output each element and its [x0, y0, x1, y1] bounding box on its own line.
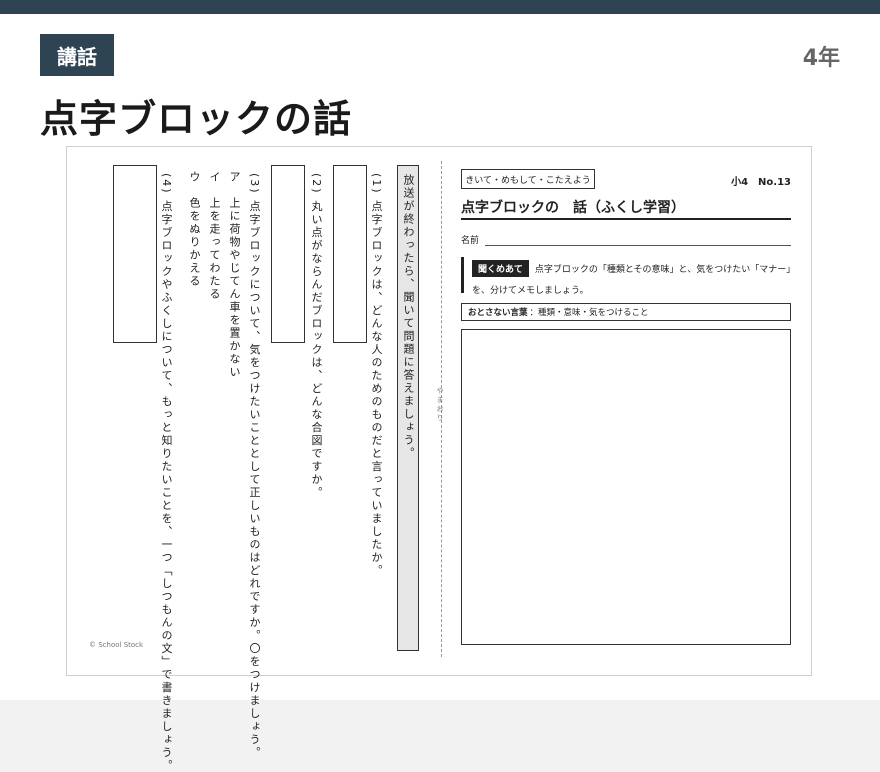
keywords-box: おとさない言葉 ：種類・意味・気をつけること [461, 303, 791, 321]
page-title: 点字ブロックの話 [40, 97, 353, 141]
name-line[interactable] [485, 245, 791, 246]
answer-box-1[interactable] [333, 165, 367, 343]
fold-label: やまおり [436, 387, 444, 423]
instruction-text: 放送が終わったら、聞いて問題に答えましょう。 [402, 174, 415, 460]
memo-box[interactable] [461, 329, 791, 645]
question-2: (2) 丸い点がならんだブロックは、どんな合図ですか。 [310, 173, 323, 500]
worksheet-image: 放送が終わったら、聞いて問題に答えましょう。 (1) 点字ブロックは、どんな人の… [66, 146, 812, 772]
worksheet-tag: きいて・めもして・こたえよう [461, 169, 595, 189]
keywords-label: おとさない言葉 [468, 308, 528, 318]
category-badge: 講話 [40, 34, 114, 76]
grade-label: 4年 [802, 46, 840, 71]
worksheet-title: 点字ブロックの 話（ふくし学習） [461, 200, 685, 216]
listening-goal-badge: 聞くめあて [472, 260, 529, 277]
question-3: (3) 点字ブロックについて、気をつけたいこととして正しいものはどれですか。〇を… [248, 173, 261, 760]
question-4: (4) 点字ブロックやふくしについて、もっと知りたいことを、一つ「しつもんの文」… [160, 173, 173, 772]
question-1: (1) 点字ブロックは、どんな人のためのものだと言っていましたか。 [370, 173, 383, 578]
answer-box-2[interactable] [271, 165, 305, 343]
question-3-option-b: イ 上を走ってわたる [208, 171, 221, 301]
worksheet-number: 小4 No.13 [731, 177, 791, 188]
listening-goal: 聞くめあて 点字ブロックの「種類とその意味」と、気をつけたい「マナー」を、分けてメ… [461, 257, 791, 296]
question-3-option-a: ア 上に荷物やじてん車を置かない [228, 171, 241, 379]
question-3-option-c: ウ 色をぬりかえる [188, 171, 201, 288]
title-rule [461, 218, 791, 220]
copyright: © School Stock [89, 641, 144, 649]
top-bar [0, 0, 880, 14]
keywords-text: ：種類・意味・気をつけること [529, 308, 649, 318]
instruction-box: 放送が終わったら、聞いて問題に答えましょう。 [397, 165, 419, 651]
answer-box-4[interactable] [113, 165, 157, 343]
name-label: 名前 [461, 236, 480, 246]
